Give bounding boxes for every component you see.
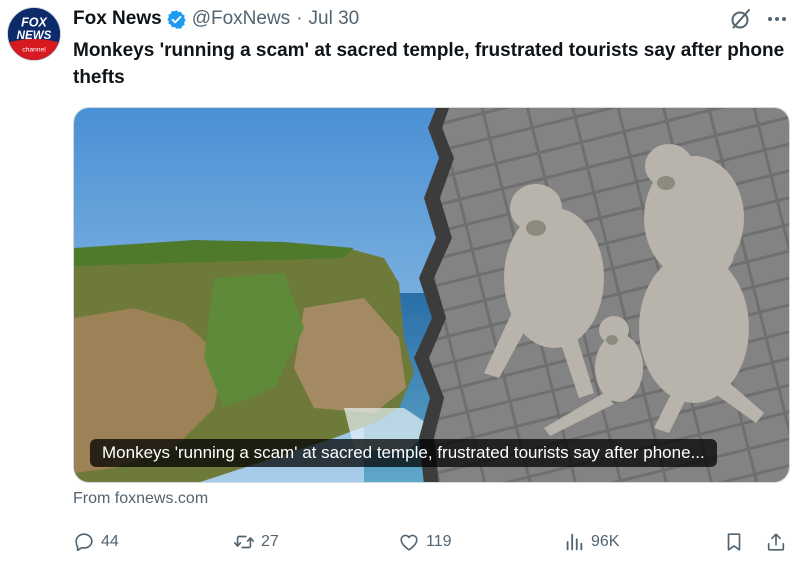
repost-count: 27: [261, 533, 279, 550]
author-avatar[interactable]: FOX NEWS channel: [7, 7, 61, 61]
reply-button[interactable]: 44: [73, 528, 119, 556]
share-button[interactable]: [765, 528, 787, 556]
more-icon[interactable]: [764, 6, 790, 32]
avatar-text-top: FOX: [21, 15, 47, 29]
card-source[interactable]: From foxnews.com: [73, 490, 208, 508]
views-button[interactable]: 96K: [563, 528, 619, 556]
link-card[interactable]: Monkeys 'running a scam' at sacred templ…: [73, 107, 790, 483]
views-icon: [566, 533, 583, 551]
article-image: [74, 108, 789, 482]
repost-icon: [234, 535, 254, 549]
tweet-date[interactable]: Jul 30: [309, 8, 360, 30]
repost-button[interactable]: 27: [233, 528, 279, 556]
bookmark-icon: [727, 533, 741, 551]
author-name[interactable]: Fox News: [73, 8, 162, 30]
like-count: 119: [426, 533, 452, 550]
avatar-text-bottom: channel: [22, 46, 46, 53]
author-handle[interactable]: @FoxNews: [192, 8, 290, 30]
view-count: 96K: [591, 533, 620, 550]
verified-badge-icon: [167, 9, 186, 29]
reply-icon: [75, 533, 93, 552]
tweet-text: Monkeys 'running a scam' at sacred templ…: [73, 40, 785, 88]
like-button[interactable]: 119: [398, 528, 452, 556]
grok-icon[interactable]: [729, 7, 753, 31]
card-caption: Monkeys 'running a scam' at sacred templ…: [90, 439, 717, 467]
heart-icon: [400, 534, 418, 551]
bookmark-button[interactable]: [723, 528, 745, 556]
share-icon: [767, 533, 785, 551]
action-bar: 44 27 119 96K: [73, 528, 793, 556]
separator-dot: ·: [296, 8, 303, 29]
tweet-header: Fox News @FoxNews · Jul 30: [73, 6, 359, 32]
reply-count: 44: [101, 533, 119, 550]
avatar-text-mid: NEWS: [17, 30, 52, 42]
fox-news-logo: FOX NEWS channel: [8, 8, 60, 60]
